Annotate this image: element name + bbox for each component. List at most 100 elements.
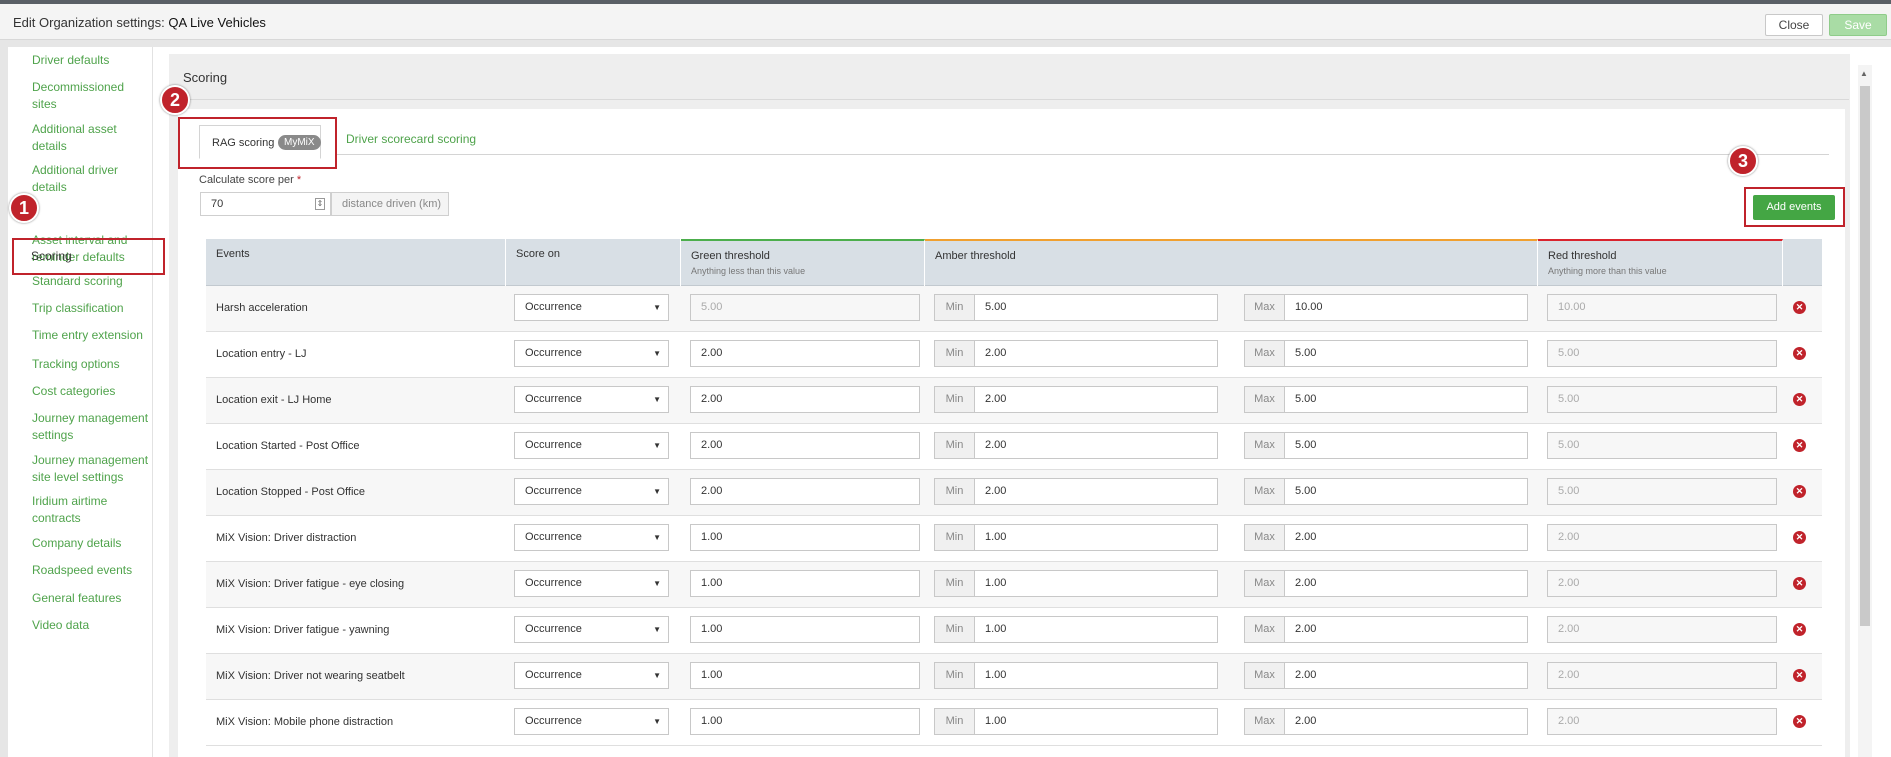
- delete-icon[interactable]: ✕: [1793, 623, 1806, 636]
- score-on-select[interactable]: Occurrence ▼: [514, 524, 669, 551]
- delete-icon[interactable]: ✕: [1793, 715, 1806, 728]
- amber-min-input[interactable]: 2.00: [974, 340, 1218, 367]
- green-threshold-input[interactable]: 1.00: [690, 570, 920, 597]
- sidebar-item-video-data[interactable]: Video data: [32, 617, 150, 634]
- amber-max-input[interactable]: 2.00: [1284, 616, 1528, 643]
- sidebar-item-decommissioned-sites[interactable]: Decommissioned sites: [32, 79, 150, 112]
- score-on-select[interactable]: Occurrence ▼: [514, 570, 669, 597]
- amber-min-input[interactable]: 2.00: [974, 478, 1218, 505]
- score-on-select[interactable]: Occurrence ▼: [514, 294, 669, 321]
- sidebar-item-general-features[interactable]: General features: [32, 590, 150, 607]
- sidebar-item-tracking-options[interactable]: Tracking options: [32, 356, 150, 373]
- amber-max-input[interactable]: 5.00: [1284, 478, 1528, 505]
- green-threshold-input[interactable]: 1.00: [690, 524, 920, 551]
- score-on-select[interactable]: Occurrence ▼: [514, 662, 669, 689]
- sidebar-item-roadspeed-events[interactable]: Roadspeed events: [32, 562, 150, 579]
- tab-driver-scorecard-scoring[interactable]: Driver scorecard scoring: [346, 132, 476, 146]
- table-row: MiX Vision: Mobile phone distraction Occu…: [206, 700, 1822, 746]
- green-threshold-input[interactable]: 2.00: [690, 478, 920, 505]
- amber-max-input[interactable]: 2.00: [1284, 708, 1528, 735]
- col-score-on: Score on: [506, 239, 681, 286]
- sidebar-item-trip-classification[interactable]: Trip classification: [32, 300, 150, 317]
- dropdown-arrow-icon: ▼: [653, 717, 661, 726]
- score-on-select[interactable]: Occurrence ▼: [514, 708, 669, 735]
- close-button[interactable]: Close: [1765, 14, 1823, 36]
- calc-score-label: Calculate score per *: [199, 174, 302, 186]
- delete-icon[interactable]: ✕: [1793, 577, 1806, 590]
- delete-icon[interactable]: ✕: [1793, 393, 1806, 406]
- amber-min-input[interactable]: 5.00: [974, 294, 1218, 321]
- amber-min-input[interactable]: 1.00: [974, 570, 1218, 597]
- dropdown-arrow-icon: ▼: [653, 441, 661, 450]
- max-label: Max: [1244, 386, 1285, 413]
- max-label: Max: [1244, 340, 1285, 367]
- max-label: Max: [1244, 294, 1285, 321]
- event-name: Location Stopped - Post Office: [216, 486, 365, 498]
- stepper-icon[interactable]: ⇕: [315, 198, 325, 210]
- score-on-select[interactable]: Occurrence ▼: [514, 616, 669, 643]
- dropdown-arrow-icon: ▼: [653, 395, 661, 404]
- delete-icon[interactable]: ✕: [1793, 531, 1806, 544]
- score-on-select[interactable]: Occurrence ▼: [514, 386, 669, 413]
- dropdown-arrow-icon: ▼: [653, 487, 661, 496]
- sidebar-item-additional-driver-details[interactable]: Additional driver details: [32, 162, 150, 195]
- green-threshold-input[interactable]: 2.00: [690, 340, 920, 367]
- amber-max-input[interactable]: 5.00: [1284, 432, 1528, 459]
- amber-max-input[interactable]: 2.00: [1284, 662, 1528, 689]
- add-events-button[interactable]: Add events: [1753, 195, 1835, 220]
- scrollbar-thumb[interactable]: [1860, 86, 1870, 626]
- table-header: Events Score on Green threshold Anything …: [206, 239, 1822, 286]
- table-row: Location Stopped - Post Office Occurrence…: [206, 470, 1822, 516]
- tab-rag-scoring[interactable]: RAG scoring MyMiX: [178, 117, 337, 169]
- sidebar-item-journey-management-site-level[interactable]: Journey management site level settings: [32, 452, 150, 485]
- mymix-badge: MyMiX: [278, 135, 321, 150]
- green-threshold-input[interactable]: 2.00: [690, 386, 920, 413]
- max-label: Max: [1244, 478, 1285, 505]
- sidebar-item-journey-management-settings[interactable]: Journey management settings: [32, 410, 150, 443]
- score-on-select[interactable]: Occurrence ▼: [514, 478, 669, 505]
- amber-min-input[interactable]: 1.00: [974, 616, 1218, 643]
- amber-max-input[interactable]: 2.00: [1284, 570, 1528, 597]
- amber-min-input[interactable]: 2.00: [974, 432, 1218, 459]
- sidebar-item-time-entry-extension[interactable]: Time entry extension: [32, 327, 150, 344]
- sidebar-item-company-details[interactable]: Company details: [32, 535, 150, 552]
- delete-icon[interactable]: ✕: [1793, 439, 1806, 452]
- amber-min-input[interactable]: 1.00: [974, 708, 1218, 735]
- green-threshold-input[interactable]: 2.00: [690, 432, 920, 459]
- amber-min-input[interactable]: 1.00: [974, 662, 1218, 689]
- sidebar-item-additional-asset-details[interactable]: Additional asset details: [32, 121, 150, 154]
- required-asterisk: *: [296, 174, 302, 186]
- sidebar-item-driver-defaults[interactable]: Driver defaults: [32, 52, 150, 69]
- scrollbar[interactable]: ▲: [1858, 65, 1872, 757]
- amber-max-input[interactable]: 2.00: [1284, 524, 1528, 551]
- event-name: Location exit - LJ Home: [216, 394, 332, 406]
- event-name: MiX Vision: Driver fatigue - yawning: [216, 624, 390, 636]
- sidebar-item-iridium-airtime-contracts[interactable]: Iridium airtime contracts: [32, 493, 150, 526]
- callout-1: 1: [9, 193, 39, 223]
- green-threshold-input[interactable]: 1.00: [690, 708, 920, 735]
- table-row: MiX Vision: Driver fatigue - yawning Occu…: [206, 608, 1822, 654]
- delete-icon[interactable]: ✕: [1793, 669, 1806, 682]
- amber-min-input[interactable]: 2.00: [974, 386, 1218, 413]
- delete-icon[interactable]: ✕: [1793, 347, 1806, 360]
- amber-max-input[interactable]: 5.00: [1284, 340, 1528, 367]
- green-threshold-input[interactable]: 1.00: [690, 662, 920, 689]
- score-on-select[interactable]: Occurrence ▼: [514, 340, 669, 367]
- red-threshold-input: 2.00: [1547, 662, 1777, 689]
- amber-max-input[interactable]: 5.00: [1284, 386, 1528, 413]
- scroll-up-icon[interactable]: ▲: [1860, 69, 1868, 78]
- green-threshold-input[interactable]: 1.00: [690, 616, 920, 643]
- dropdown-arrow-icon: ▼: [653, 303, 661, 312]
- sidebar-item-standard-scoring[interactable]: Standard scoring: [32, 273, 150, 290]
- calc-score-input[interactable]: 70 ⇕: [200, 192, 331, 216]
- sidebar-item-cost-categories[interactable]: Cost categories: [32, 383, 150, 400]
- save-button[interactable]: Save: [1829, 14, 1887, 36]
- delete-icon[interactable]: ✕: [1793, 301, 1806, 314]
- amber-min-input[interactable]: 1.00: [974, 524, 1218, 551]
- delete-icon[interactable]: ✕: [1793, 485, 1806, 498]
- amber-max-input[interactable]: 10.00: [1284, 294, 1528, 321]
- score-on-select[interactable]: Occurrence ▼: [514, 432, 669, 459]
- sidebar-item-scoring[interactable]: Scoring: [12, 238, 165, 275]
- dropdown-arrow-icon: ▼: [653, 349, 661, 358]
- rag-scoring-table: Events Score on Green threshold Anything …: [206, 239, 1822, 757]
